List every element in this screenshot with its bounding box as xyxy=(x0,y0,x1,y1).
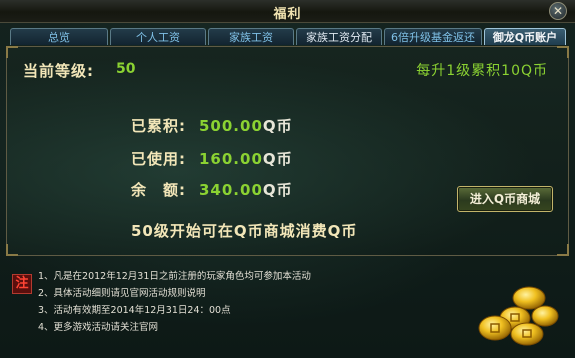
accumulated-unit: Q币 xyxy=(262,117,293,135)
used-unit: Q币 xyxy=(262,150,293,168)
tab-family-salary-distribution[interactable]: 家族工资分配 xyxy=(296,28,382,45)
balance-unit: Q币 xyxy=(262,181,293,199)
window-title: 福利 xyxy=(273,7,302,22)
gold-coins-icon xyxy=(478,286,559,346)
tab-upgrade-fund-refund[interactable]: 6倍升级基金返还 xyxy=(384,28,482,45)
close-icon[interactable]: ✕ xyxy=(549,2,567,20)
corner-ornament xyxy=(557,244,569,256)
balance-label: 余 额: xyxy=(131,181,186,199)
balance-row: 余 额: 340.00Q币 xyxy=(131,179,293,200)
accumulated-row: 已累积: 500.00Q币 xyxy=(131,115,293,136)
corner-ornament xyxy=(557,46,569,58)
note-item: 2、具体活动细则请见官网活动规则说明 xyxy=(38,288,206,299)
note-item: 4、更多游戏活动请关注官网 xyxy=(38,322,159,333)
tab-family-salary[interactable]: 家族工资 xyxy=(208,28,294,45)
used-value: 160.00 xyxy=(199,150,263,168)
per-level-reward-note: 每升1级累积10Q币 xyxy=(416,63,548,79)
note-badge: 注 xyxy=(12,274,32,294)
current-level-value: 50 xyxy=(116,61,136,77)
notes-section: 注 1、凡是在2012年12月31日之前注册的玩家角色均可参加本活动 2、具体活… xyxy=(6,262,569,354)
corner-ornament xyxy=(6,244,18,256)
tab-yulong-qcoin-account[interactable]: 御龙Q币账户 xyxy=(484,28,566,45)
balance-value: 340.00 xyxy=(199,181,263,199)
tab-bar: 总览 个人工资 家族工资 家族工资分配 6倍升级基金返还 御龙Q币账户 xyxy=(10,28,568,46)
tab-overview[interactable]: 总览 xyxy=(10,28,108,45)
current-level-label: 当前等级: xyxy=(23,62,94,80)
welfare-window: 福利 ✕ 总览 个人工资 家族工资 家族工资分配 6倍升级基金返还 御龙Q币账户… xyxy=(0,0,575,358)
note-item: 1、凡是在2012年12月31日之前注册的玩家角色均可参加本活动 xyxy=(38,271,311,282)
usage-notice: 50级开始可在Q币商城消费Q币 xyxy=(131,222,358,240)
account-panel: 当前等级: 50 每升1级累积10Q币 已累积: 500.00Q币 已使用: 160… xyxy=(6,46,569,256)
corner-ornament xyxy=(6,46,18,58)
accumulated-label: 已累积: xyxy=(131,117,186,135)
used-row: 已使用: 160.00Q币 xyxy=(131,148,293,169)
title-bar: 福利 ✕ xyxy=(0,0,575,23)
note-item: 3、活动有效期至2014年12月31日24：00点 xyxy=(38,305,231,316)
used-label: 已使用: xyxy=(131,150,186,168)
note-list: 1、凡是在2012年12月31日之前注册的玩家角色均可参加本活动 2、具体活动细… xyxy=(38,268,311,336)
tab-personal-salary[interactable]: 个人工资 xyxy=(110,28,206,45)
accumulated-value: 500.00 xyxy=(199,117,263,135)
enter-qcoin-shop-button[interactable]: 进入Q币商城 xyxy=(457,186,553,212)
